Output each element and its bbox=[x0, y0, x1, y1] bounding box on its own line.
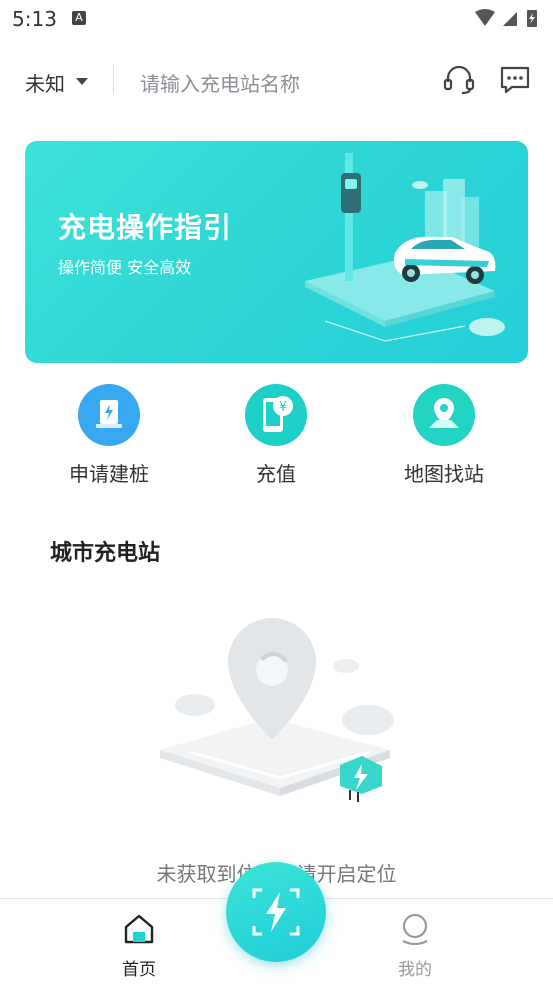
headset-icon[interactable] bbox=[442, 64, 476, 96]
tab-mine-label: 我的 bbox=[398, 960, 432, 980]
recharge-label: 充值 bbox=[256, 462, 296, 486]
location-selector[interactable]: 未知 bbox=[25, 68, 65, 97]
notification-icon: A bbox=[72, 11, 86, 25]
banner-subtitle: 操作简便 安全高效 bbox=[58, 258, 192, 277]
top-bar: 未知 请输入充电站名称 bbox=[0, 58, 553, 104]
status-time: 5:13 bbox=[12, 7, 57, 31]
quick-actions: 申请建桩 ¥ 充值 地图找站 bbox=[0, 384, 553, 494]
scan-charge-button[interactable] bbox=[226, 862, 326, 962]
search-input[interactable]: 请输入充电站名称 bbox=[140, 68, 300, 97]
status-bar: 5:13 A bbox=[0, 0, 553, 36]
message-icon[interactable] bbox=[498, 64, 532, 96]
no-location-illustration bbox=[160, 618, 394, 802]
svg-text:¥: ¥ bbox=[279, 400, 287, 415]
user-icon bbox=[402, 913, 428, 946]
map-find-action[interactable]: 地图找站 bbox=[374, 384, 514, 487]
guide-banner[interactable]: 充电操作指引 操作简便 安全高效 bbox=[25, 141, 528, 363]
recharge-icon: ¥ bbox=[245, 384, 307, 446]
tab-mine[interactable]: 我的 bbox=[365, 913, 465, 980]
divider bbox=[113, 64, 114, 94]
apply-pile-label: 申请建桩 bbox=[69, 462, 149, 486]
scan-charge-icon bbox=[252, 888, 300, 936]
charging-pile-icon bbox=[78, 384, 140, 446]
section-title: 城市充电站 bbox=[50, 541, 161, 566]
apply-pile-action[interactable]: 申请建桩 bbox=[39, 384, 179, 487]
tab-home[interactable]: 首页 bbox=[89, 913, 189, 980]
charging-car-illustration bbox=[305, 153, 505, 342]
home-icon bbox=[124, 914, 154, 944]
system-status-icons bbox=[475, 9, 537, 27]
map-pin-icon bbox=[413, 384, 475, 446]
banner-title: 充电操作指引 bbox=[58, 211, 233, 244]
chevron-down-icon[interactable] bbox=[76, 78, 88, 85]
recharge-action[interactable]: ¥ 充值 bbox=[206, 384, 346, 487]
map-find-label: 地图找站 bbox=[404, 462, 484, 486]
tab-home-label: 首页 bbox=[122, 960, 156, 980]
